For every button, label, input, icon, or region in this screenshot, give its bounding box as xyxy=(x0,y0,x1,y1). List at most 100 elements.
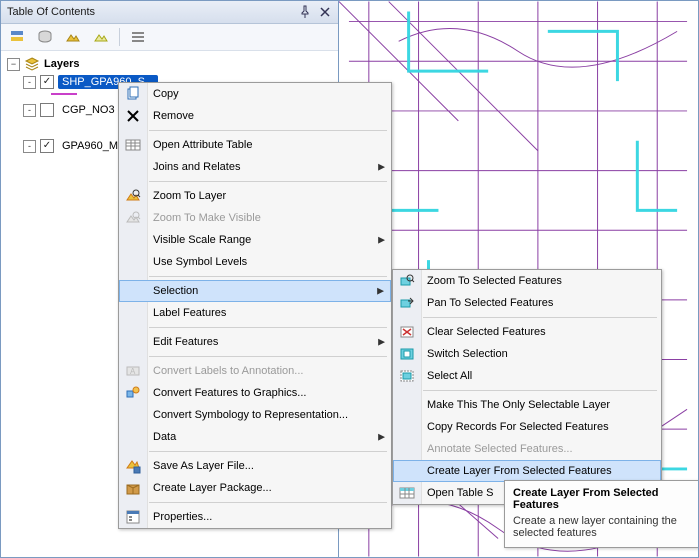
menu-item[interactable]: Copy Records For Selected Features xyxy=(393,416,661,438)
zoom-visible-icon xyxy=(124,209,142,227)
toolbar-sep xyxy=(119,28,120,46)
blank-icon xyxy=(399,463,417,481)
switch-sel-icon xyxy=(398,345,416,363)
layer-visibility-checkbox[interactable] xyxy=(40,103,54,117)
selection-submenu[interactable]: Zoom To Selected Features Pan To Selected… xyxy=(392,269,662,505)
menu-item-label: Remove xyxy=(153,110,194,122)
menu-item-label: Switch Selection xyxy=(427,348,508,360)
expand-toggle[interactable]: − xyxy=(7,58,20,71)
close-icon[interactable] xyxy=(318,5,332,19)
layer-package-icon xyxy=(124,479,142,497)
menu-item[interactable]: Convert Symbology to Representation... xyxy=(119,404,391,426)
menu-item-label: Edit Features xyxy=(153,336,218,348)
menu-separator xyxy=(423,317,657,318)
layers-root-icon xyxy=(24,56,40,72)
toc-title-text: Table Of Contents xyxy=(7,1,95,23)
list-by-source-icon[interactable] xyxy=(33,25,57,49)
menu-item[interactable]: Pan To Selected Features xyxy=(393,292,661,314)
menu-item-label: Data xyxy=(153,431,176,443)
menu-item[interactable]: Copy xyxy=(119,83,391,105)
layer-symbol-swatch[interactable] xyxy=(51,93,77,95)
list-by-selection-icon[interactable] xyxy=(89,25,113,49)
menu-item[interactable]: Convert Features to Graphics... xyxy=(119,382,391,404)
tooltip-body: Create a new layer containing the select… xyxy=(513,515,693,539)
menu-item-label: Copy xyxy=(153,88,179,100)
menu-item[interactable]: Remove xyxy=(119,105,391,127)
menu-item[interactable]: Edit Features ▶ xyxy=(119,331,391,353)
menu-item: Zoom To Make Visible xyxy=(119,207,391,229)
menu-item[interactable]: Save As Layer File... xyxy=(119,455,391,477)
pin-icon[interactable] xyxy=(298,5,312,19)
toc-titlebar[interactable]: Table Of Contents xyxy=(1,1,338,24)
toc-toolbar xyxy=(1,24,338,51)
menu-separator xyxy=(149,130,387,131)
convert-graphics-icon xyxy=(124,384,142,402)
open-table-icon xyxy=(398,484,416,502)
expand-toggle[interactable]: - xyxy=(23,140,36,153)
menu-item-label: Copy Records For Selected Features xyxy=(427,421,609,433)
menu-item[interactable]: Make This The Only Selectable Layer xyxy=(393,394,661,416)
menu-item[interactable]: Create Layer Package... xyxy=(119,477,391,499)
menu-item[interactable]: Selection▶ xyxy=(119,280,391,302)
zoom-sel-icon xyxy=(398,272,416,290)
blank-icon xyxy=(124,253,142,271)
menu-item[interactable]: Data ▶ xyxy=(119,426,391,448)
layer-name-label[interactable]: GPA960_M xyxy=(58,139,122,153)
menu-item-label: Save As Layer File... xyxy=(153,460,254,472)
menu-item[interactable]: Select All xyxy=(393,365,661,387)
menu-item-label: Zoom To Layer xyxy=(153,190,226,202)
menu-item[interactable]: Zoom To Layer xyxy=(119,185,391,207)
blank-icon xyxy=(124,304,142,322)
list-by-drawing-order-icon[interactable] xyxy=(5,25,29,49)
expand-toggle[interactable]: - xyxy=(23,104,36,117)
menu-item[interactable]: Label Features xyxy=(119,302,391,324)
tooltip-title: Create Layer From Selected Features xyxy=(513,487,693,511)
menu-separator xyxy=(149,181,387,182)
expand-toggle[interactable]: - xyxy=(23,76,36,89)
menu-item[interactable]: Open Attribute Table xyxy=(119,134,391,156)
menu-item[interactable]: Joins and Relates▶ xyxy=(119,156,391,178)
submenu-arrow-icon: ▶ xyxy=(378,337,385,348)
menu-item-label: Create Layer Package... xyxy=(153,482,272,494)
menu-separator xyxy=(149,451,387,452)
menu-item: Annotate Selected Features... xyxy=(393,438,661,460)
menu-item-label: Make This The Only Selectable Layer xyxy=(427,399,610,411)
menu-item[interactable]: Zoom To Selected Features xyxy=(393,270,661,292)
menu-item[interactable]: Switch Selection xyxy=(393,343,661,365)
list-by-visibility-icon[interactable] xyxy=(61,25,85,49)
menu-separator xyxy=(149,327,387,328)
menu-item-label: Clear Selected Features xyxy=(427,326,546,338)
menu-item[interactable]: Create Layer From Selected Features xyxy=(393,460,661,482)
blank-icon xyxy=(124,428,142,446)
menu-separator xyxy=(423,390,657,391)
menu-item[interactable]: Visible Scale Range▶ xyxy=(119,229,391,251)
app-window: Table Of Contents − Layers xyxy=(0,0,699,558)
copy-icon xyxy=(124,85,142,103)
menu-item-label: Create Layer From Selected Features xyxy=(427,465,612,477)
menu-item-label: Selection xyxy=(153,285,198,297)
blank-icon xyxy=(124,158,142,176)
blank-icon xyxy=(124,333,142,351)
svg-text:A: A xyxy=(130,367,136,376)
menu-item[interactable]: Properties... xyxy=(119,506,391,528)
blank-icon xyxy=(124,231,142,249)
blank-icon xyxy=(125,283,143,301)
options-icon[interactable] xyxy=(126,25,150,49)
tree-root-row[interactable]: − Layers xyxy=(3,55,336,73)
pan-sel-icon xyxy=(398,294,416,312)
submenu-arrow-icon: ▶ xyxy=(378,162,385,173)
submenu-arrow-icon: ▶ xyxy=(378,432,385,443)
clear-sel-icon xyxy=(398,323,416,341)
layer-name-label[interactable]: CGP_NO3 xyxy=(58,103,119,117)
menu-item-label: Select All xyxy=(427,370,472,382)
menu-item-label: Convert Labels to Annotation... xyxy=(153,365,303,377)
layer-visibility-checkbox[interactable] xyxy=(40,139,54,153)
menu-item[interactable]: Clear Selected Features xyxy=(393,321,661,343)
layer-context-menu[interactable]: Copy Remove Open Attribute TableJoins and … xyxy=(118,82,392,529)
blank-icon xyxy=(398,440,416,458)
save-layer-icon xyxy=(124,457,142,475)
tooltip: Create Layer From Selected Features Crea… xyxy=(504,480,699,548)
menu-item[interactable]: Use Symbol Levels xyxy=(119,251,391,273)
menu-item-label: Zoom To Selected Features xyxy=(427,275,562,287)
layer-visibility-checkbox[interactable] xyxy=(40,75,54,89)
